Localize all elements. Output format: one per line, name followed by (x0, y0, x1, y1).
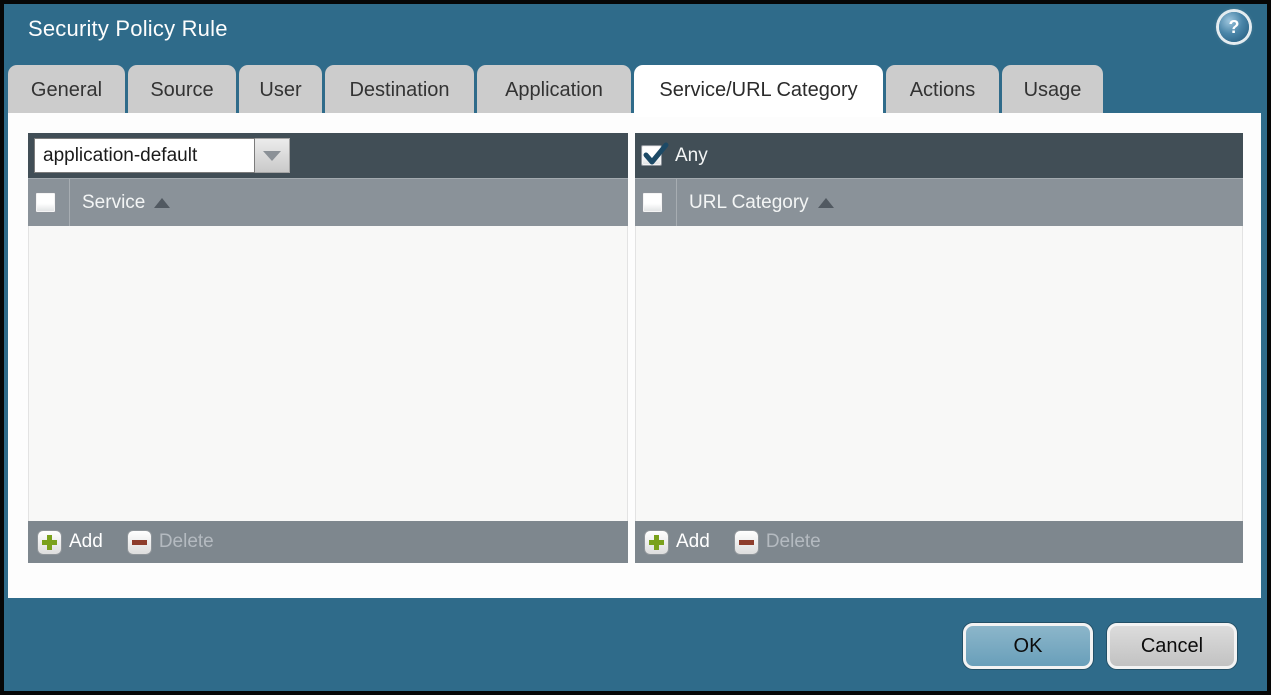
dialog-title: Security Policy Rule (28, 16, 228, 41)
service-panel: Service Add Delete (28, 133, 628, 563)
tab-bar: General Source User Destination Applicat… (8, 65, 1103, 117)
delete-button-label: Delete (765, 531, 821, 552)
service-delete-button[interactable]: Delete (126, 529, 214, 555)
service-selector-bar (28, 133, 628, 178)
url-category-delete-button[interactable]: Delete (733, 529, 821, 555)
service-type-input[interactable] (34, 138, 255, 173)
sort-ascending-icon[interactable] (817, 197, 834, 208)
service-column-label: Service (82, 191, 146, 213)
add-button-label: Add (69, 531, 103, 552)
add-button-label: Add (676, 531, 710, 552)
url-category-panel: Any URL Category Add Delete (635, 133, 1243, 563)
url-category-column-label: URL Category (689, 191, 809, 213)
header-divider (69, 179, 70, 226)
service-table-header: Service (28, 178, 628, 226)
checkmark-icon (643, 142, 669, 165)
service-table-body[interactable] (28, 226, 628, 521)
service-add-button[interactable]: Add (37, 529, 103, 555)
url-category-add-button[interactable]: Add (644, 529, 710, 555)
minus-icon (733, 529, 759, 555)
plus-icon (644, 529, 669, 555)
service-type-combobox (34, 138, 290, 173)
tab-destination[interactable]: Destination (325, 65, 474, 113)
tab-source[interactable]: Source (128, 65, 236, 113)
url-category-table-header: URL Category (635, 178, 1243, 226)
header-divider (676, 179, 677, 226)
security-policy-rule-dialog: Security Policy Rule ? General Source Us… (0, 0, 1271, 695)
tab-actions[interactable]: Actions (886, 65, 999, 113)
plus-icon (37, 529, 62, 555)
service-select-all-checkbox[interactable] (35, 192, 56, 213)
any-label: Any (675, 144, 708, 166)
tab-usage[interactable]: Usage (1002, 65, 1103, 113)
url-category-select-all-checkbox[interactable] (642, 192, 663, 213)
tab-service-url-category[interactable]: Service/URL Category (634, 65, 883, 117)
delete-button-label: Delete (158, 531, 214, 552)
any-checkbox[interactable] (641, 142, 669, 166)
url-category-any-bar: Any (635, 133, 1243, 178)
cancel-button[interactable]: Cancel (1107, 623, 1237, 669)
chevron-down-icon (263, 150, 281, 161)
tab-user[interactable]: User (239, 65, 322, 113)
minus-icon (126, 529, 152, 555)
url-category-table-body[interactable] (635, 226, 1243, 521)
service-type-dropdown-button[interactable] (255, 138, 290, 173)
tab-application[interactable]: Application (477, 65, 631, 113)
help-icon[interactable]: ? (1219, 12, 1249, 42)
sort-ascending-icon[interactable] (154, 197, 171, 208)
tab-general[interactable]: General (8, 65, 125, 113)
url-category-footer-bar: Add Delete (635, 521, 1243, 563)
ok-button[interactable]: OK (963, 623, 1093, 669)
tab-content-area: Service Add Delete (8, 113, 1261, 598)
service-footer-bar: Add Delete (28, 521, 628, 563)
